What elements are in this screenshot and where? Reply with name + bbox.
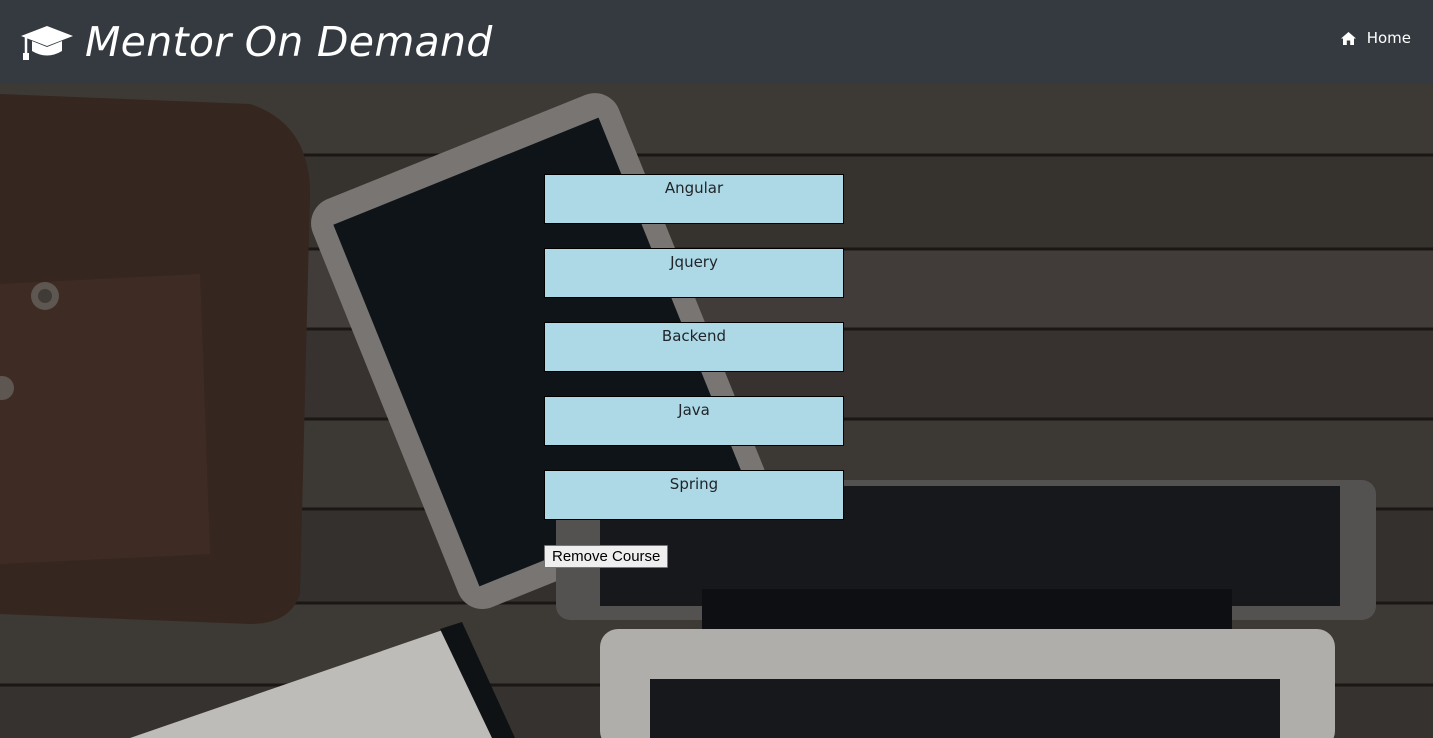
course-list: Angular Jquery Backend Java Spring: [544, 174, 844, 544]
course-item[interactable]: Angular: [544, 174, 844, 224]
top-navbar: Mentor On Demand Home: [0, 0, 1433, 84]
app-title: Mentor On Demand: [85, 18, 493, 66]
course-item[interactable]: Jquery: [544, 248, 844, 298]
nav-home-link[interactable]: Home: [1340, 29, 1411, 47]
home-icon: [1340, 31, 1356, 45]
graduation-cap-icon: [21, 26, 73, 60]
course-item[interactable]: Java: [544, 396, 844, 446]
course-item[interactable]: Backend: [544, 322, 844, 372]
nav-home-label: Home: [1366, 29, 1411, 47]
remove-course-button[interactable]: Remove Course: [544, 545, 669, 568]
brand[interactable]: Mentor On Demand: [19, 14, 493, 70]
course-item[interactable]: Spring: [544, 470, 844, 520]
